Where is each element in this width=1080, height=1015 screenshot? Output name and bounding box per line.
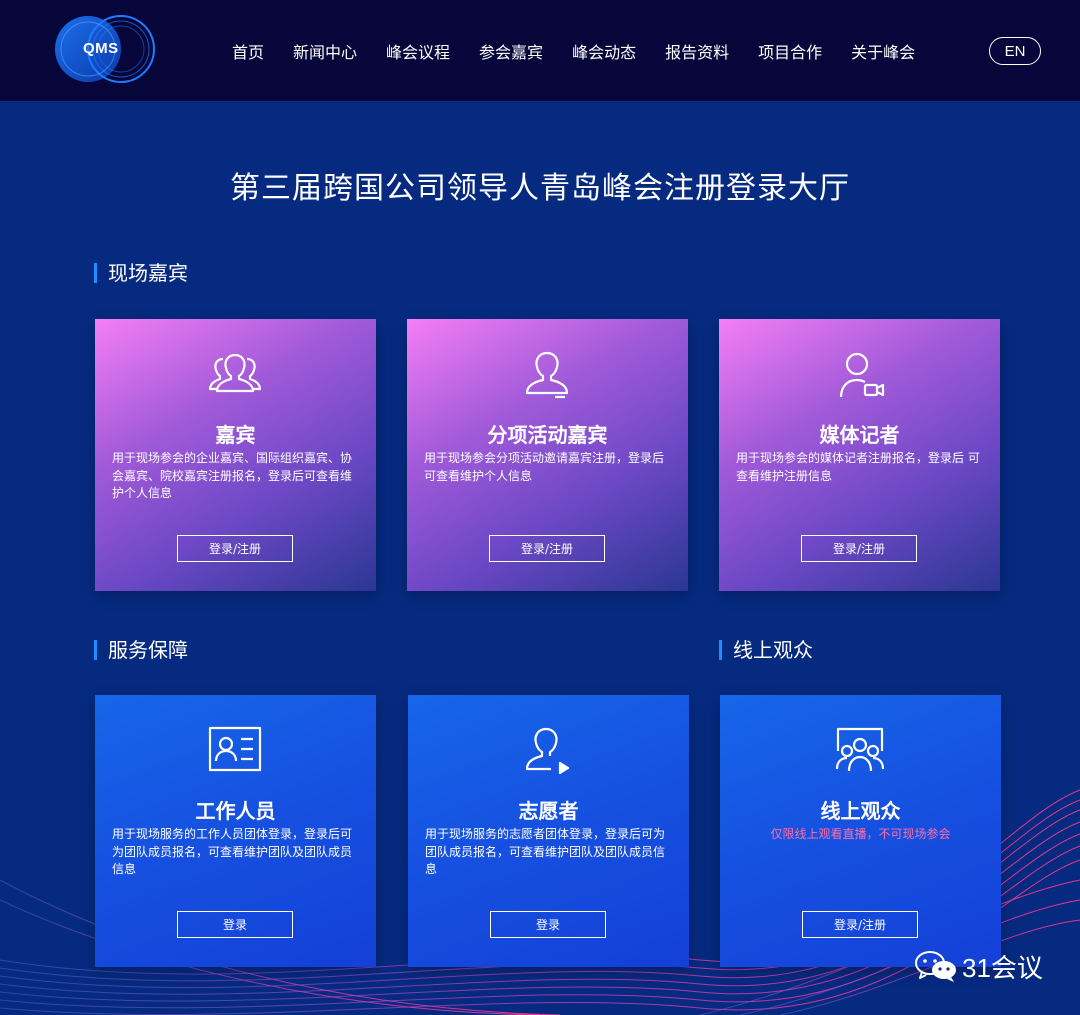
page-title: 第三届跨国公司领导人青岛峰会注册登录大厅	[230, 171, 850, 206]
nav-home[interactable]: 首页	[232, 39, 264, 63]
nav-reports[interactable]: 报告资料	[665, 39, 729, 63]
audience-screen-icon	[835, 727, 885, 772]
language-toggle-button[interactable]: EN	[989, 37, 1041, 65]
card-staff: 工作人员 用于现场服务的工作人员团体登录，登录后可为团队成员报名，可查看维护团队…	[95, 695, 376, 967]
guest-login-register-button[interactable]: 登录/注册	[177, 535, 293, 562]
section-title-service: 服务保障	[94, 640, 188, 660]
card-sub-activity-guest: 分项活动嘉宾 用于现场参会分项活动邀请嘉宾注册，登录后可查看维护个人信息 登录/…	[407, 319, 688, 591]
top-header: QMS 首页 新闻中心 峰会议程 参会嘉宾 峰会动态 报告资料 项目合作 关于峰…	[0, 0, 1080, 101]
card-media-desc: 用于现场参会的媒体记者注册报名，登录后 可查看维护注册信息	[736, 451, 980, 483]
nav-updates[interactable]: 峰会动态	[572, 39, 636, 63]
card-volunteer: 志愿者 用于现场服务的志愿者团体登录，登录后可为团队成员报名，可查看维护团队及团…	[408, 695, 689, 967]
card-online-audience: 线上观众 仅限线上观看直播，不可现场参会 登录/注册	[720, 695, 1001, 967]
card-staff-desc: 用于现场服务的工作人员团体登录，登录后可为团队成员报名，可查看维护团队及团队成员…	[112, 827, 353, 876]
main-nav: 首页 新闻中心 峰会议程 参会嘉宾 峰会动态 报告资料 项目合作 关于峰会	[232, 38, 944, 64]
logo-text: QMS	[83, 40, 119, 57]
card-volunteer-desc: 用于现场服务的志愿者团体登录，登录后可为团队成员报名，可查看维护团队及团队成员信…	[425, 827, 666, 876]
section-title-online: 线上观众	[719, 640, 813, 660]
nav-cooperation[interactable]: 项目合作	[758, 39, 822, 63]
card-guest-desc: 用于现场参会的企业嘉宾、国际组织嘉宾、协会嘉宾、院校嘉宾注册报名，登录后可查看维…	[112, 451, 353, 500]
user-camera-icon	[839, 352, 885, 398]
card-staff-title: 工作人员	[195, 799, 276, 823]
nav-guests[interactable]: 参会嘉宾	[479, 39, 543, 63]
id-card-icon	[208, 726, 262, 772]
user-play-icon	[525, 727, 570, 775]
wechat-icon	[915, 951, 956, 982]
card-online-audience-note: 仅限线上观看直播，不可现场参会	[770, 827, 951, 841]
card-volunteer-title: 志愿者	[518, 799, 579, 823]
wechat-watermark: 31会议	[914, 948, 1043, 984]
card-guest-title: 嘉宾	[215, 423, 256, 447]
volunteer-login-button[interactable]: 登录	[490, 911, 606, 938]
nav-news[interactable]: 新闻中心	[293, 39, 357, 63]
media-login-register-button[interactable]: 登录/注册	[801, 535, 917, 562]
nav-about[interactable]: 关于峰会	[851, 39, 915, 63]
watermark-text: 31会议	[962, 952, 1043, 983]
online-audience-login-register-button[interactable]: 登录/注册	[802, 911, 918, 938]
staff-login-button[interactable]: 登录	[177, 911, 293, 938]
card-media: 媒体记者 用于现场参会的媒体记者注册报名，登录后 可查看维护注册信息 登录/注册	[719, 319, 1000, 591]
user-icon	[525, 351, 569, 399]
card-online-audience-title: 线上观众	[820, 799, 901, 823]
card-sub-activity-guest-title: 分项活动嘉宾	[487, 423, 608, 447]
section-title-onsite: 现场嘉宾	[94, 263, 188, 283]
card-media-title: 媒体记者	[819, 423, 900, 447]
sub-activity-guest-login-register-button[interactable]: 登录/注册	[489, 535, 605, 562]
nav-agenda[interactable]: 峰会议程	[386, 39, 450, 63]
group-users-icon	[208, 353, 262, 393]
card-guest: 嘉宾 用于现场参会的企业嘉宾、国际组织嘉宾、协会嘉宾、院校嘉宾注册报名，登录后可…	[95, 319, 376, 591]
card-sub-activity-guest-desc: 用于现场参会分项活动邀请嘉宾注册，登录后可查看维护个人信息	[424, 451, 665, 483]
